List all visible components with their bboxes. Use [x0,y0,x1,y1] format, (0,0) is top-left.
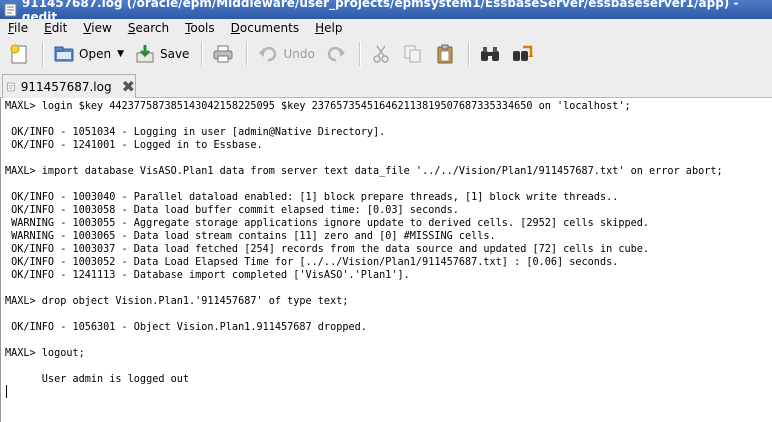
open-button-label: Open [79,47,112,61]
new-document-icon [10,44,27,64]
editor-line: OK/INFO - 1003052 - Data Load Elapsed Ti… [5,257,619,268]
toolbar-separator [201,42,203,66]
tab-911457687-log[interactable]: 911457687.log ✖ [2,74,136,98]
text-cursor [6,385,7,398]
open-button[interactable]: Open ▼ [49,40,128,68]
menu-tools-label: ools [190,21,215,35]
undo-icon [259,46,277,62]
editor-line: WARNING - 1003065 - Data load stream con… [5,231,496,242]
save-icon [136,45,154,63]
copy-button[interactable] [398,40,428,68]
editor-line: MAXL> drop object Vision.Plan1.'91145768… [5,296,349,307]
cut-button[interactable] [366,40,396,68]
gedit-app-icon [4,3,17,16]
editor-line: MAXL> logout; [5,348,85,359]
menu-search[interactable]: Search [120,21,177,35]
menu-edit-label: dit [51,21,68,35]
toolbar-separator [358,42,360,66]
copy-icon [404,45,421,63]
editor-line: OK/INFO - 1003058 - Data load buffer com… [5,205,459,216]
menu-file[interactable]: File [0,21,36,35]
menu-help-label: elp [324,21,343,35]
menu-view[interactable]: View [75,21,119,35]
menu-search-label: earch [135,21,170,35]
new-button[interactable] [4,40,34,68]
editor-line: MAXL> login $key 44237758738514304215822… [5,101,631,112]
redo-icon [327,46,345,62]
open-folder-icon [54,46,74,62]
text-file-icon [7,82,15,91]
chevron-down-icon[interactable]: ▼ [117,49,124,59]
paste-button[interactable] [430,40,460,68]
toolbar-separator [467,42,469,66]
tab-label: 911457687.log [20,79,112,94]
close-tab-icon[interactable]: ✖ [122,78,135,95]
undo-button-label: Undo [283,47,315,61]
menu-bar: File Edit View Search Tools Documents He… [0,19,772,37]
editor-line: OK/INFO - 1003037 - Data load fetched [2… [5,244,650,255]
find-replace-icon [512,45,533,61]
cut-icon [373,45,389,63]
menu-view-label: iew [91,21,112,35]
find-button[interactable] [475,40,505,68]
editor-line: WARNING - 1003055 - Aggregate storage ap… [5,218,650,229]
toolbar: Open ▼ Save Undo [0,37,772,71]
editor-line: OK/INFO - 1003040 - Parallel dataload en… [5,192,619,203]
menu-documents[interactable]: Documents [223,21,307,35]
menu-documents-label: ocuments [239,21,300,35]
menu-file-label: ile [14,21,29,35]
save-button-label: Save [159,47,190,61]
window-titlebar: 911457687.log (/oracle/epm/Middleware/us… [0,0,772,24]
toolbar-separator [42,42,43,66]
undo-button[interactable]: Undo [253,40,318,68]
editor-line: OK/INFO - 1241113 - Database import comp… [5,270,410,281]
paste-icon [437,44,453,64]
editor-line: OK/INFO - 1056301 - Object Vision.Plan1.… [5,322,367,333]
find-binoculars-icon [480,47,499,61]
print-button[interactable] [208,40,238,68]
editor-line: User admin is logged out [5,374,190,385]
menu-edit[interactable]: Edit [36,21,75,35]
save-button[interactable]: Save [130,40,193,68]
text-editor[interactable]: MAXL> login $key 44237758738514304215822… [0,98,772,422]
toolbar-separator [246,42,248,66]
editor-line: MAXL> import database VisASO.Plan1 data … [5,166,723,177]
editor-line: OK/INFO - 1051034 - Logging in user [adm… [5,127,386,138]
menu-help[interactable]: Help [307,21,350,35]
document-tab-bar: 911457687.log ✖ [0,71,772,98]
find-replace-button[interactable] [507,40,537,68]
menu-tools[interactable]: Tools [177,21,223,35]
redo-button[interactable] [321,40,351,68]
editor-line: OK/INFO - 1241001 - Logged in to Essbase… [5,140,263,151]
print-icon [213,45,233,63]
